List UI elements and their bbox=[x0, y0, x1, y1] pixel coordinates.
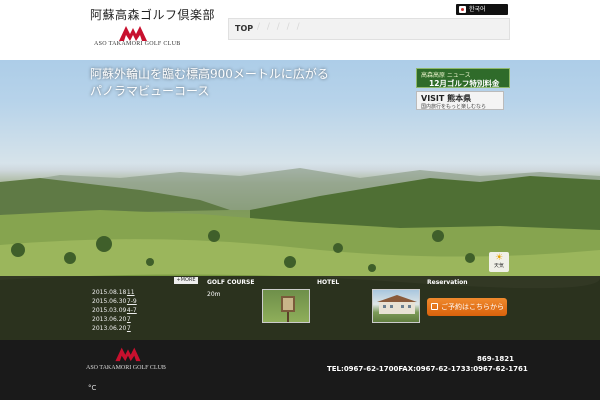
club-logo-icon[interactable] bbox=[118, 22, 148, 42]
banner-price-label: 12月ゴルフ特別料金 bbox=[429, 79, 500, 88]
footer-logo-icon[interactable] bbox=[114, 344, 142, 362]
site-title: 阿蘇高森ゴルフ倶楽部 bbox=[90, 8, 216, 22]
golf-course-thumbnail[interactable] bbox=[262, 289, 310, 323]
news-date: 2013.06.20 bbox=[92, 325, 127, 332]
language-korean-button[interactable]: 한국어 bbox=[456, 4, 508, 15]
news-item[interactable]: 2015.03.09 4-7 bbox=[92, 307, 137, 314]
news-item[interactable]: 2015.06.30 7-9 bbox=[92, 298, 137, 305]
news-date: 2013.06.20 bbox=[92, 316, 127, 323]
reservation-button-label: ご予約はこちらから bbox=[441, 303, 504, 311]
site-footer: ASO TAKAMORI GOLF CLUB 869-1821 TEL:0967… bbox=[0, 340, 600, 400]
temperature-unit: °C bbox=[88, 384, 97, 392]
footer-logo-text: ASO TAKAMORI GOLF CLUB bbox=[86, 365, 166, 371]
calendar-icon bbox=[431, 303, 438, 310]
tagline-line-1: 阿蘇外輪山を臨む標高900メートルに広がる bbox=[90, 67, 329, 81]
news-title[interactable]: 7 bbox=[127, 316, 131, 323]
sun-icon: ☀ bbox=[494, 253, 504, 263]
news-title[interactable]: 7 bbox=[127, 325, 131, 332]
reservation-button[interactable]: ご予約はこちらから bbox=[427, 298, 507, 316]
news-title[interactable]: 7-9 bbox=[127, 298, 137, 305]
news-panel: +MORE 2015.08.18 11 2015.06.30 7-9 2015.… bbox=[88, 276, 198, 340]
news-item[interactable]: 2013.06.20 7 bbox=[92, 325, 131, 332]
news-more-button[interactable]: +MORE bbox=[174, 277, 198, 284]
news-title[interactable]: 4-7 bbox=[127, 307, 137, 314]
nav-divider: / / / / / bbox=[257, 22, 302, 32]
logo-text: ASO TAKAMORI GOLF CLUB bbox=[94, 41, 181, 47]
golf-course-heading[interactable]: GOLF COURSE bbox=[207, 279, 254, 286]
tagline-line-2: パノラマビューコース bbox=[90, 84, 210, 98]
weather-widget[interactable]: ☀ 天気 bbox=[489, 252, 509, 272]
visit-kumamoto-banner[interactable]: VISIT 熊本県 国内旅行をもっと楽しむなら bbox=[416, 91, 504, 110]
news-date: 2015.06.30 bbox=[92, 298, 127, 305]
news-title[interactable]: 11 bbox=[127, 289, 135, 296]
visit-subtitle: 国内旅行をもっと楽しむなら bbox=[421, 104, 487, 110]
news-item[interactable]: 2015.08.18 11 bbox=[92, 289, 135, 296]
weather-label: 天気 bbox=[493, 263, 504, 269]
site-header: 阿蘇高森ゴルフ倶楽部 ASO TAKAMORI GOLF CLUB 한국어 TO… bbox=[0, 0, 600, 60]
nav-top-link[interactable]: TOP bbox=[235, 24, 253, 33]
special-price-banner[interactable]: 高森高原 ニュース 12月ゴルフ特別料金 bbox=[416, 68, 510, 88]
golf-course-subtext: 20m bbox=[207, 291, 221, 298]
hotel-thumbnail[interactable] bbox=[372, 289, 420, 323]
news-item[interactable]: 2013.06.20 7 bbox=[92, 316, 131, 323]
reservation-heading: Reservation bbox=[427, 279, 468, 286]
main-nav: TOP / / / / / bbox=[228, 18, 510, 40]
language-label: 한국어 bbox=[469, 6, 486, 13]
footer-postal: 869-1821 bbox=[477, 355, 514, 363]
korea-flag-icon bbox=[459, 6, 466, 13]
news-date: 2015.08.18 bbox=[92, 289, 127, 296]
footer-contact: TEL:0967-62-1700FAX:0967-62-1733:0967-62… bbox=[327, 365, 528, 373]
news-date: 2015.03.09 bbox=[92, 307, 127, 314]
hotel-heading[interactable]: HOTEL bbox=[317, 279, 339, 286]
hero-tagline: 阿蘇外輪山を臨む標高900メートルに広がる パノラマビューコース bbox=[90, 66, 350, 100]
